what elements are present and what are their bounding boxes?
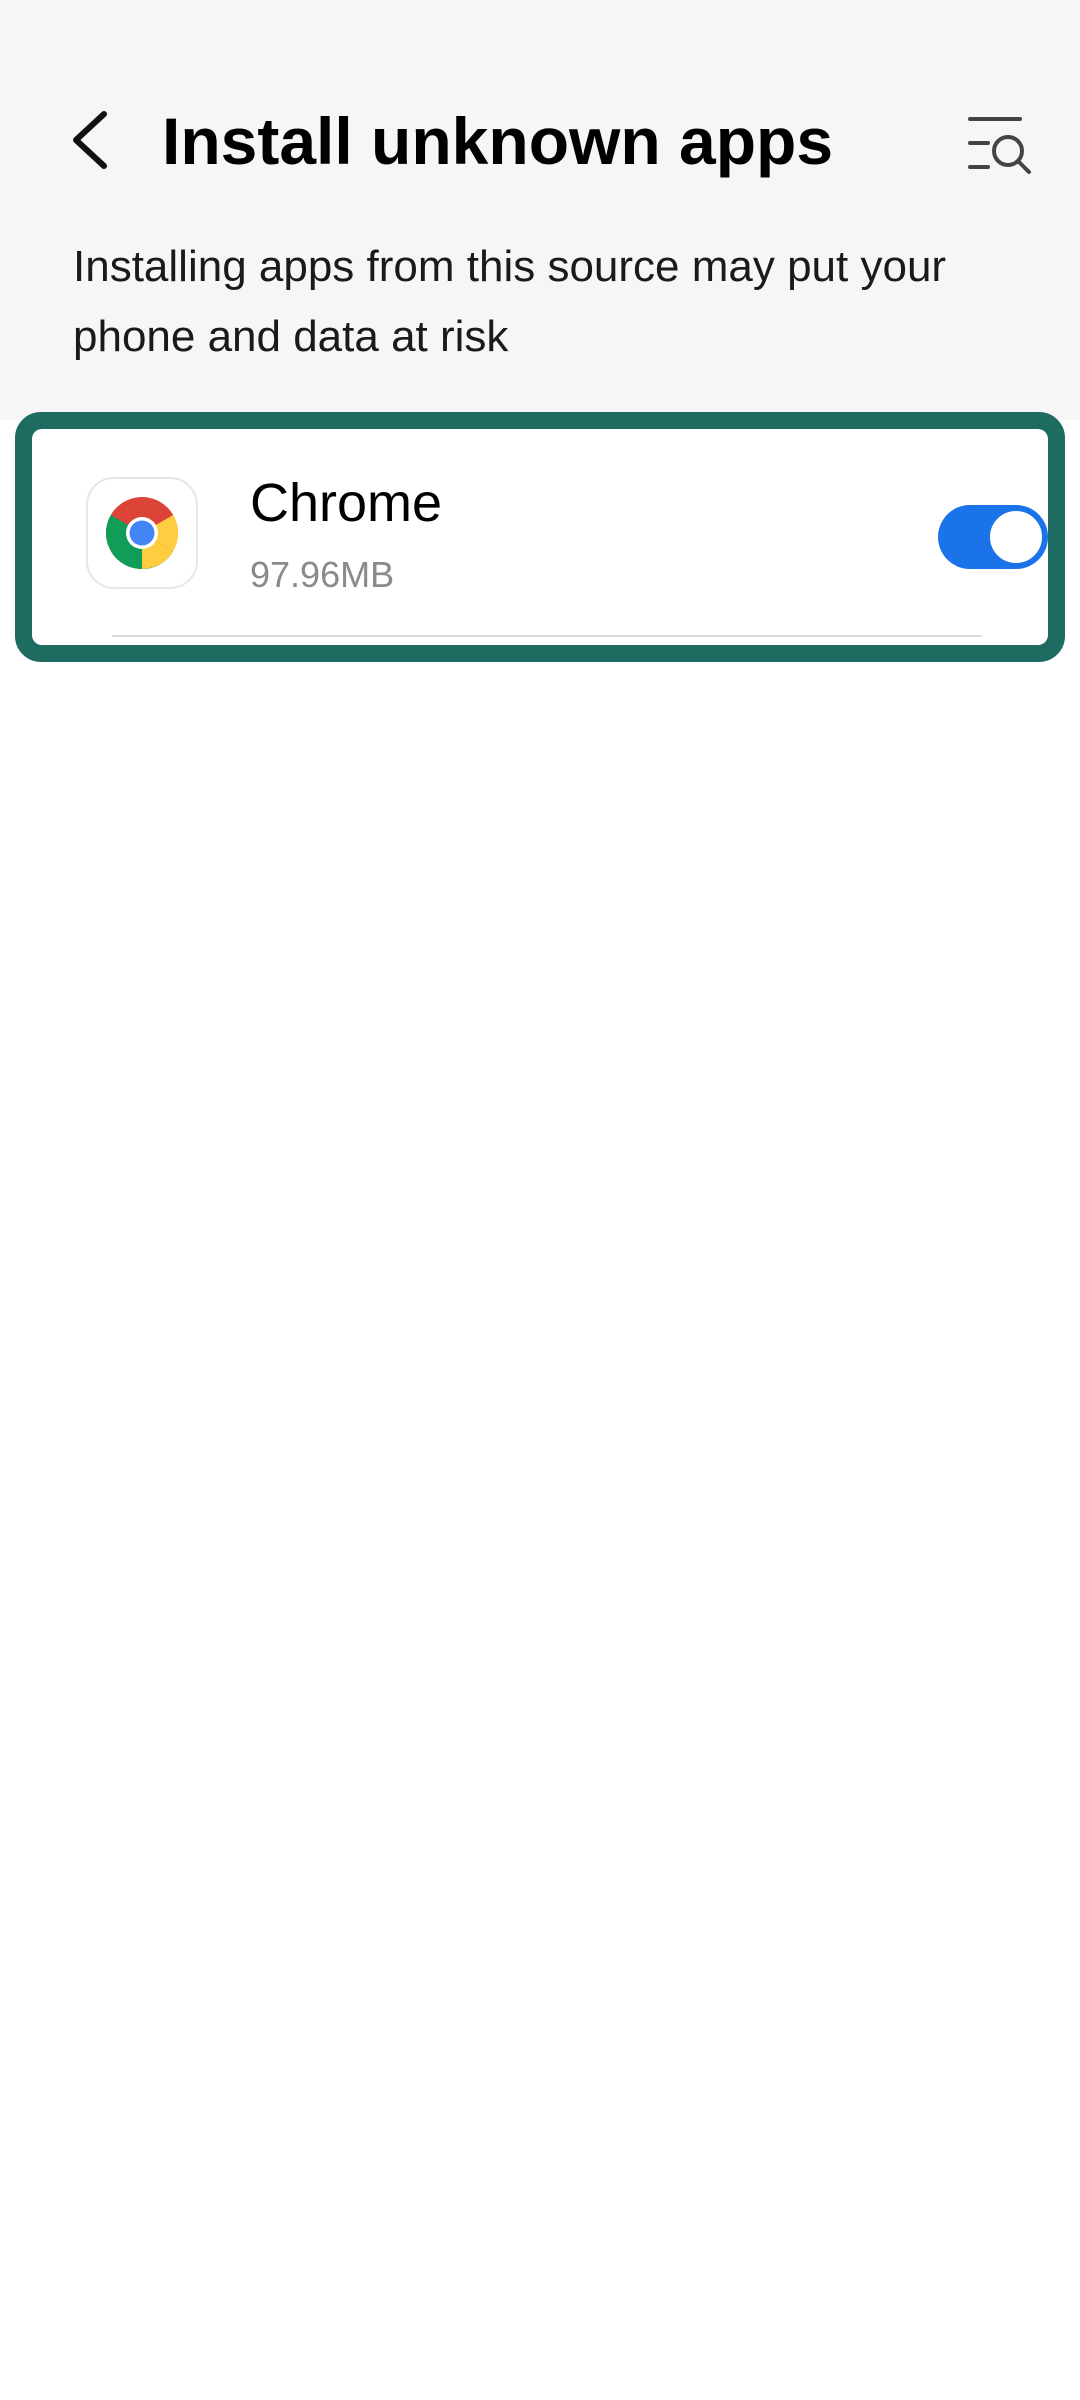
allow-install-toggle[interactable] — [938, 505, 1048, 569]
app-size: 97.96MB — [250, 554, 395, 595]
chrome-icon — [86, 477, 198, 589]
list-search-icon — [968, 117, 1031, 174]
highlight-frame: Chrome 97.96MB — [15, 412, 1065, 662]
row-divider — [112, 635, 982, 637]
toggle-knob — [987, 508, 1045, 566]
warning-text: Installing apps from this source may put… — [73, 242, 947, 361]
page-title: Install unknown apps — [162, 104, 834, 178]
app-list-item-chrome[interactable]: Chrome 97.96MB — [32, 429, 1048, 645]
app-bar: Install unknown apps — [0, 80, 1080, 200]
chevron-left-icon — [73, 111, 107, 169]
back-button[interactable] — [50, 100, 130, 180]
search-settings-button[interactable] — [960, 104, 1040, 184]
app-name: Chrome — [250, 473, 443, 533]
